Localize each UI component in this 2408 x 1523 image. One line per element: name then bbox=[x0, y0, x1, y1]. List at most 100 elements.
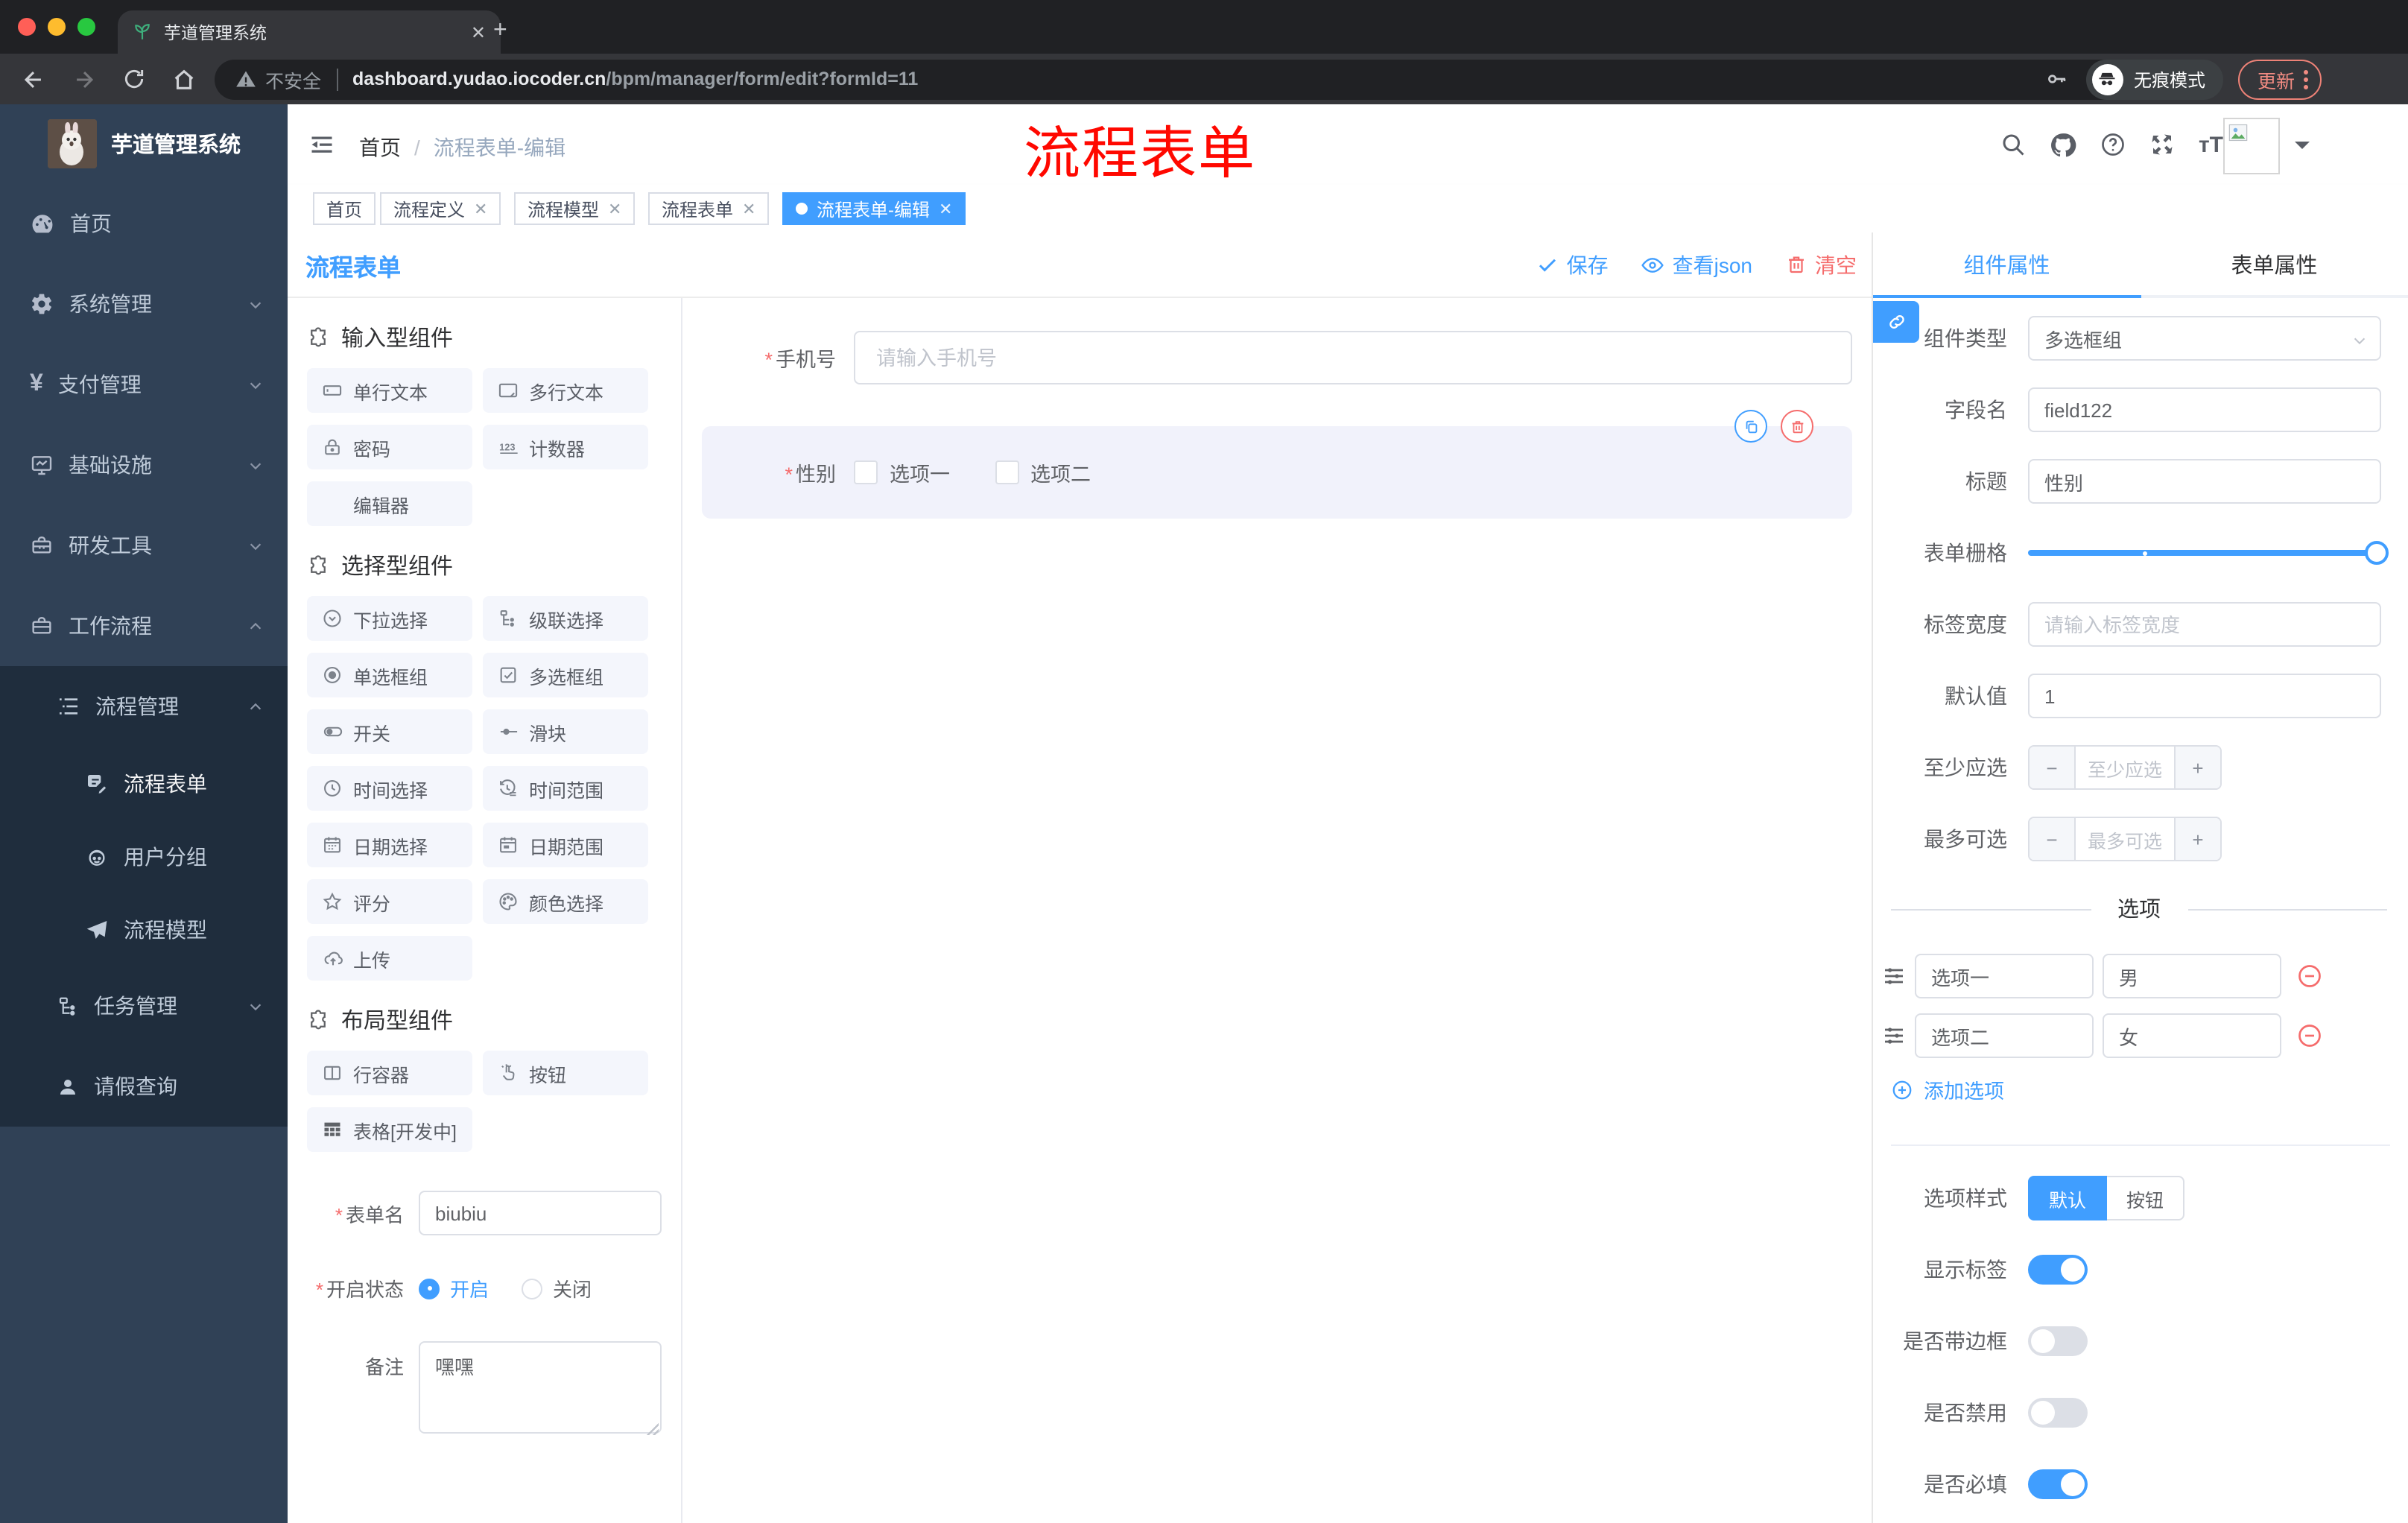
sidebar-logo[interactable]: 芋道管理系统 bbox=[0, 104, 288, 183]
status-on-radio[interactable]: 开启 bbox=[419, 1274, 489, 1302]
save-button[interactable]: 保存 bbox=[1537, 250, 1609, 279]
component-type-select[interactable] bbox=[2028, 316, 2381, 361]
sidebar-item-workflow[interactable]: 工作流程 bbox=[0, 586, 288, 666]
palette-item-time-range[interactable]: 时间范围 bbox=[483, 766, 648, 811]
delete-component-button[interactable] bbox=[1781, 410, 1813, 443]
avatar-caret-icon[interactable] bbox=[2295, 142, 2310, 156]
tab-close-icon[interactable]: ✕ bbox=[471, 22, 486, 42]
duplicate-component-button[interactable] bbox=[1734, 410, 1767, 443]
breadcrumb-home[interactable]: 首页 bbox=[359, 133, 401, 162]
show-label-toggle[interactable] bbox=[2028, 1255, 2088, 1285]
option-1-value-input[interactable] bbox=[2103, 954, 2281, 998]
tag-process-definition[interactable]: 流程定义 ✕ bbox=[380, 192, 501, 225]
tab-form-props[interactable]: 表单属性 bbox=[2141, 232, 2408, 295]
reload-icon[interactable] bbox=[122, 67, 146, 91]
view-json-button[interactable]: 查看json bbox=[1641, 250, 1752, 279]
remove-option-icon[interactable] bbox=[2296, 963, 2323, 990]
required-toggle[interactable] bbox=[2028, 1469, 2088, 1499]
sidebar-item-system[interactable]: 系统管理 bbox=[0, 264, 288, 344]
default-value-input[interactable] bbox=[2028, 674, 2381, 718]
option-2-label-input[interactable] bbox=[1915, 1013, 2094, 1058]
palette-item-radio-group[interactable]: 单选框组 bbox=[307, 653, 472, 697]
option-1-label-input[interactable] bbox=[1915, 954, 2094, 998]
close-window-button[interactable] bbox=[18, 18, 36, 36]
remove-option-icon[interactable] bbox=[2296, 1022, 2323, 1049]
window-controls[interactable] bbox=[18, 18, 95, 36]
min-select-stepper[interactable]: − 至少应选 + bbox=[2028, 745, 2222, 790]
gender-field-row-selected[interactable]: * 性别 选项一 选项二 bbox=[702, 426, 1852, 519]
drag-handle-icon[interactable] bbox=[1882, 1024, 1906, 1048]
tag-process-model[interactable]: 流程模型 ✕ bbox=[514, 192, 636, 225]
clear-button[interactable]: 清空 bbox=[1785, 250, 1857, 279]
palette-item-date-range[interactable]: 日期范围 bbox=[483, 823, 648, 867]
github-icon[interactable] bbox=[2050, 130, 2078, 159]
status-off-radio[interactable]: 关闭 bbox=[522, 1274, 592, 1302]
search-icon[interactable] bbox=[2000, 131, 2027, 158]
palette-item-time-picker[interactable]: 时间选择 bbox=[307, 766, 472, 811]
password-key-icon[interactable] bbox=[2044, 67, 2068, 91]
palette-item-table[interactable]: 表格[开发中] bbox=[307, 1107, 472, 1152]
style-button-button[interactable]: 按钮 bbox=[2107, 1176, 2185, 1220]
sidebar-item-leave-query[interactable]: 请假查询 bbox=[0, 1046, 288, 1127]
address-bar[interactable]: 不安全 dashboard.yudao.iocoder.cn/bpm/manag… bbox=[215, 59, 2137, 99]
sidebar-item-infrastructure[interactable]: 基础设施 bbox=[0, 425, 288, 505]
palette-item-checkbox-group[interactable]: 多选框组 bbox=[483, 653, 648, 697]
palette-item-upload[interactable]: 上传 bbox=[307, 936, 472, 981]
forward-icon[interactable] bbox=[72, 66, 97, 92]
tag-close-icon[interactable]: ✕ bbox=[742, 199, 755, 218]
add-option-button[interactable]: 添加选项 bbox=[1891, 1073, 2408, 1106]
sidebar-item-process-model[interactable]: 流程模型 bbox=[0, 893, 288, 966]
sidebar-item-dev-tools[interactable]: 研发工具 bbox=[0, 505, 288, 586]
user-avatar[interactable] bbox=[2223, 118, 2280, 174]
stepper-minus-button[interactable]: − bbox=[2030, 818, 2076, 860]
palette-item-counter[interactable]: 123 计数器 bbox=[483, 425, 648, 469]
palette-item-multi-line-text[interactable]: 多行文本 bbox=[483, 368, 648, 413]
fullscreen-icon[interactable] bbox=[2149, 131, 2176, 158]
browser-menu-icon[interactable] bbox=[2304, 70, 2308, 89]
option-2-value-input[interactable] bbox=[2103, 1013, 2281, 1058]
with-border-toggle[interactable] bbox=[2028, 1326, 2088, 1356]
slider-handle[interactable] bbox=[2365, 541, 2389, 565]
palette-item-slider[interactable]: 滑块 bbox=[483, 709, 648, 754]
form-name-input[interactable] bbox=[419, 1191, 662, 1235]
sidebar-item-process-form[interactable]: 流程表单 bbox=[0, 747, 288, 820]
palette-item-date-picker[interactable]: 日期选择 bbox=[307, 823, 472, 867]
field-name-input[interactable] bbox=[2028, 387, 2381, 432]
tag-process-form-edit[interactable]: 流程表单-编辑 ✕ bbox=[782, 192, 966, 225]
phone-input[interactable] bbox=[854, 331, 1852, 384]
tag-close-icon[interactable]: ✕ bbox=[608, 199, 621, 218]
tag-close-icon[interactable]: ✕ bbox=[474, 199, 487, 218]
sidebar-collapse-icon[interactable] bbox=[308, 131, 335, 158]
max-select-stepper[interactable]: − 最多可选 + bbox=[2028, 817, 2222, 861]
font-size-icon[interactable]: ᴛT bbox=[2199, 132, 2223, 157]
sidebar-item-user-group[interactable]: 用户分组 bbox=[0, 820, 288, 893]
tag-close-icon[interactable]: ✕ bbox=[939, 199, 952, 218]
palette-item-row-container[interactable]: 行容器 bbox=[307, 1051, 472, 1095]
stepper-minus-button[interactable]: − bbox=[2030, 747, 2076, 788]
browser-tab[interactable]: 芋道管理系统 ✕ bbox=[118, 10, 501, 54]
back-icon[interactable] bbox=[21, 66, 46, 92]
palette-item-rate[interactable]: 评分 bbox=[307, 879, 472, 924]
style-default-button[interactable]: 默认 bbox=[2028, 1176, 2108, 1220]
form-remark-textarea[interactable]: 嘿嘿 bbox=[419, 1341, 662, 1434]
tab-component-props[interactable]: 组件属性 bbox=[1873, 232, 2141, 298]
stepper-plus-button[interactable]: + bbox=[2174, 747, 2220, 788]
data-binding-drawer-tab[interactable] bbox=[1873, 301, 1919, 343]
phone-field-row[interactable]: * 手机号 bbox=[702, 331, 1852, 384]
palette-item-switch[interactable]: 开关 bbox=[307, 709, 472, 754]
textarea-resize-handle[interactable] bbox=[647, 1423, 659, 1435]
gender-option-1-checkbox[interactable]: 选项一 bbox=[854, 457, 950, 487]
drag-handle-icon[interactable] bbox=[1882, 964, 1906, 988]
palette-item-cascader[interactable]: 级联选择 bbox=[483, 596, 648, 641]
sidebar-item-process-mgmt[interactable]: 流程管理 bbox=[0, 666, 288, 747]
tag-process-form[interactable]: 流程表单 ✕ bbox=[648, 192, 770, 225]
minimize-window-button[interactable] bbox=[48, 18, 66, 36]
security-warning-icon[interactable] bbox=[235, 69, 256, 89]
title-input[interactable] bbox=[2028, 459, 2381, 504]
palette-item-password[interactable]: 密码 bbox=[307, 425, 472, 469]
gender-option-2-checkbox[interactable]: 选项二 bbox=[995, 457, 1091, 487]
tag-home[interactable]: 首页 bbox=[313, 192, 376, 225]
palette-item-color-picker[interactable]: 颜色选择 bbox=[483, 879, 648, 924]
disabled-toggle[interactable] bbox=[2028, 1398, 2088, 1428]
maximize-window-button[interactable] bbox=[77, 18, 95, 36]
